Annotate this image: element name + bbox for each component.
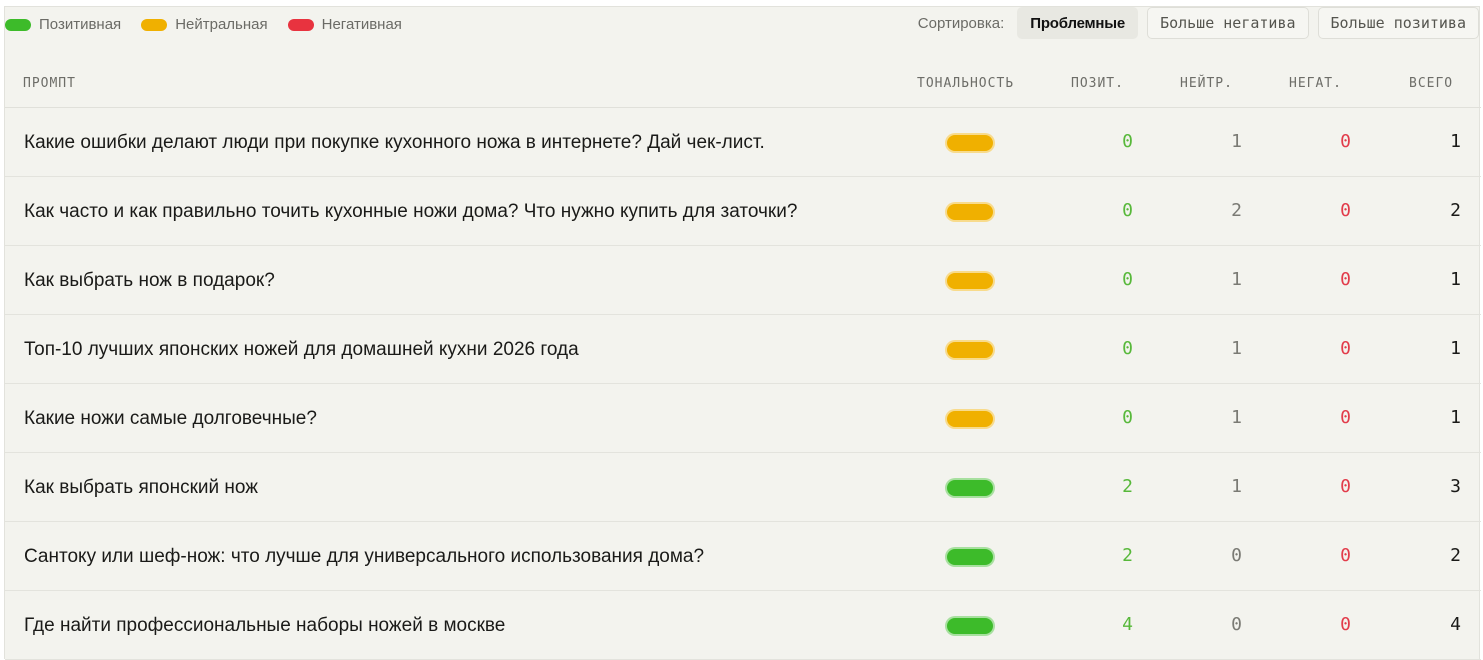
negative-count: 0 (1340, 200, 1351, 221)
tone-indicator (945, 202, 995, 222)
neutral-count: 0 (1231, 614, 1242, 635)
legend-color-swatch (287, 18, 314, 31)
negative-count: 0 (1340, 131, 1351, 152)
neutral-count: 1 (1231, 338, 1242, 359)
sort-problematic-button[interactable]: Проблемные (1017, 7, 1139, 39)
tone-indicator (945, 340, 995, 360)
table-header: ПРОМПТ ТОНАЛЬНОСТЬ ПОЗИТ. НЕЙТР. НЕГАТ. … (5, 63, 1481, 108)
neutral-count: 2 (1231, 200, 1242, 221)
prompt-text: Как выбрать японский нож (24, 477, 258, 498)
table-row[interactable]: Какие ошибки делают люди при покупке кух… (5, 108, 1481, 177)
prompt-text: Где найти профессиональные наборы ножей … (24, 615, 506, 636)
legend-item: Нейтральная (141, 16, 268, 33)
column-header-positive[interactable]: ПОЗИТ. (1071, 76, 1124, 91)
table-row[interactable]: Как часто и как правильно точить кухонны… (5, 177, 1481, 246)
neutral-count: 1 (1231, 407, 1242, 428)
column-header-tone[interactable]: ТОНАЛЬНОСТЬ (917, 76, 1014, 91)
legend-item: Позитивная (5, 16, 121, 33)
tone-indicator (945, 616, 995, 636)
total-count: 2 (1450, 545, 1461, 566)
tone-indicator (945, 478, 995, 498)
negative-count: 0 (1340, 614, 1351, 635)
total-count: 1 (1450, 407, 1461, 428)
sort-label: Сортировка: (917, 14, 1005, 32)
total-count: 3 (1450, 476, 1461, 497)
legend-item: Негативная (287, 16, 402, 33)
positive-count: 0 (1122, 131, 1133, 152)
total-count: 2 (1450, 200, 1461, 221)
negative-count: 0 (1340, 269, 1351, 290)
prompt-text: Как часто и как правильно точить кухонны… (24, 201, 798, 222)
legend-label: Негативная (321, 16, 402, 33)
column-header-prompt[interactable]: ПРОМПТ (23, 76, 76, 91)
prompt-text: Какие ножи самые долговечные? (24, 408, 317, 429)
positive-count: 0 (1122, 407, 1133, 428)
prompt-text: Как выбрать нож в подарок? (24, 270, 275, 291)
sort-more-positive-button[interactable]: Больше позитива (1317, 7, 1479, 39)
negative-count: 0 (1340, 545, 1351, 566)
sort-more-negative-button[interactable]: Больше негатива (1147, 7, 1309, 39)
prompt-text: Топ-10 лучших японских ножей для домашне… (24, 339, 579, 360)
legend-label: Позитивная (39, 16, 122, 33)
total-count: 4 (1450, 614, 1461, 635)
positive-count: 0 (1122, 269, 1133, 290)
positive-count: 2 (1122, 476, 1133, 497)
total-count: 1 (1450, 338, 1461, 359)
positive-count: 0 (1122, 338, 1133, 359)
neutral-count: 1 (1231, 131, 1242, 152)
legend-color-swatch (141, 18, 168, 31)
legend-label: Нейтральная (175, 16, 268, 33)
tone-indicator (945, 409, 995, 429)
negative-count: 0 (1340, 407, 1351, 428)
neutral-count: 0 (1231, 545, 1242, 566)
table-row[interactable]: Где найти профессиональные наборы ножей … (5, 591, 1481, 660)
legend-color-swatch (5, 18, 31, 31)
positive-count: 0 (1122, 200, 1133, 221)
prompt-text: Сантоку или шеф-нож: что лучше для униве… (24, 546, 705, 567)
total-count: 1 (1450, 269, 1461, 290)
column-header-neutral[interactable]: НЕЙТР. (1180, 76, 1233, 91)
sentiment-panel: Позитивная Нейтральная Негативная Сортиров… (4, 6, 1481, 660)
column-header-total[interactable]: ВСЕГО (1409, 76, 1453, 91)
neutral-count: 1 (1231, 476, 1242, 497)
table-row[interactable]: Как выбрать нож в подарок? 0 1 0 1 (5, 246, 1481, 315)
sort-controls: Сортировка: Проблемные Больше негатива Б… (918, 7, 1479, 39)
table-row[interactable]: Как выбрать японский нож 2 1 0 3 (5, 453, 1481, 522)
column-header-negative[interactable]: НЕГАТ. (1289, 76, 1342, 91)
tone-indicator (945, 271, 995, 291)
negative-count: 0 (1340, 338, 1351, 359)
positive-count: 2 (1122, 545, 1133, 566)
negative-count: 0 (1340, 476, 1351, 497)
table-row[interactable]: Сантоку или шеф-нож: что лучше для униве… (5, 522, 1481, 591)
total-count: 1 (1450, 131, 1461, 152)
prompt-text: Какие ошибки делают люди при покупке кух… (24, 132, 765, 153)
toolbar: Позитивная Нейтральная Негативная Сортиров… (5, 7, 1481, 41)
positive-count: 4 (1122, 614, 1133, 635)
tone-legend: Позитивная Нейтральная Негативная (5, 16, 422, 33)
neutral-count: 1 (1231, 269, 1242, 290)
table-row[interactable]: Какие ножи самые долговечные? 0 1 0 1 (5, 384, 1481, 453)
table-row[interactable]: Топ-10 лучших японских ножей для домашне… (5, 315, 1481, 384)
tone-indicator (945, 547, 995, 567)
tone-indicator (945, 133, 995, 153)
